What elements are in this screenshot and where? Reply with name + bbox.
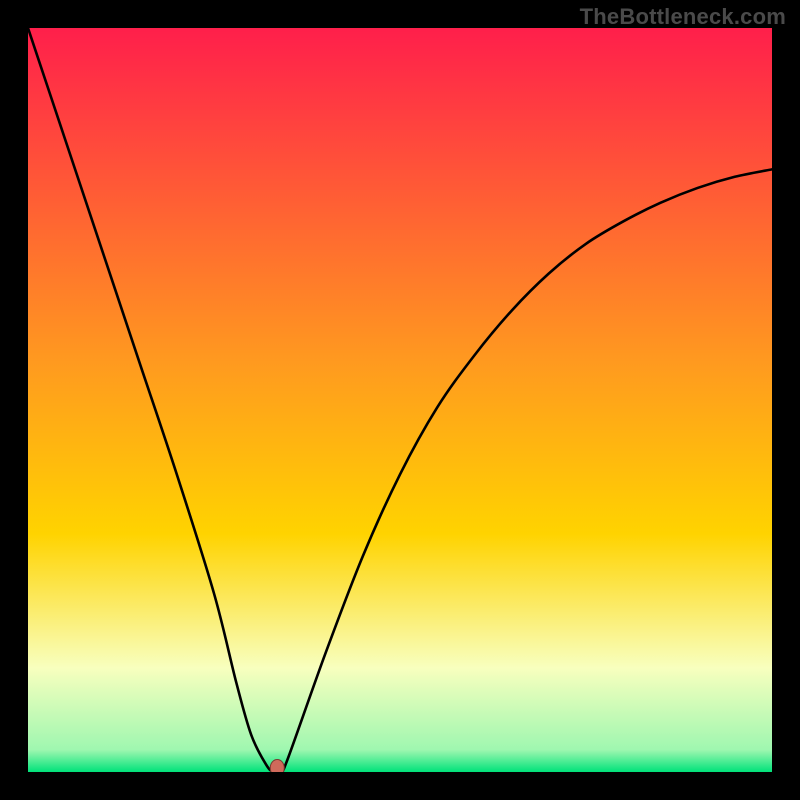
- plot-area: [28, 28, 772, 772]
- gradient-background: [28, 28, 772, 772]
- chart-svg: [28, 28, 772, 772]
- watermark-text: TheBottleneck.com: [580, 4, 786, 30]
- chart-frame: TheBottleneck.com: [0, 0, 800, 800]
- minimum-marker: [270, 760, 284, 773]
